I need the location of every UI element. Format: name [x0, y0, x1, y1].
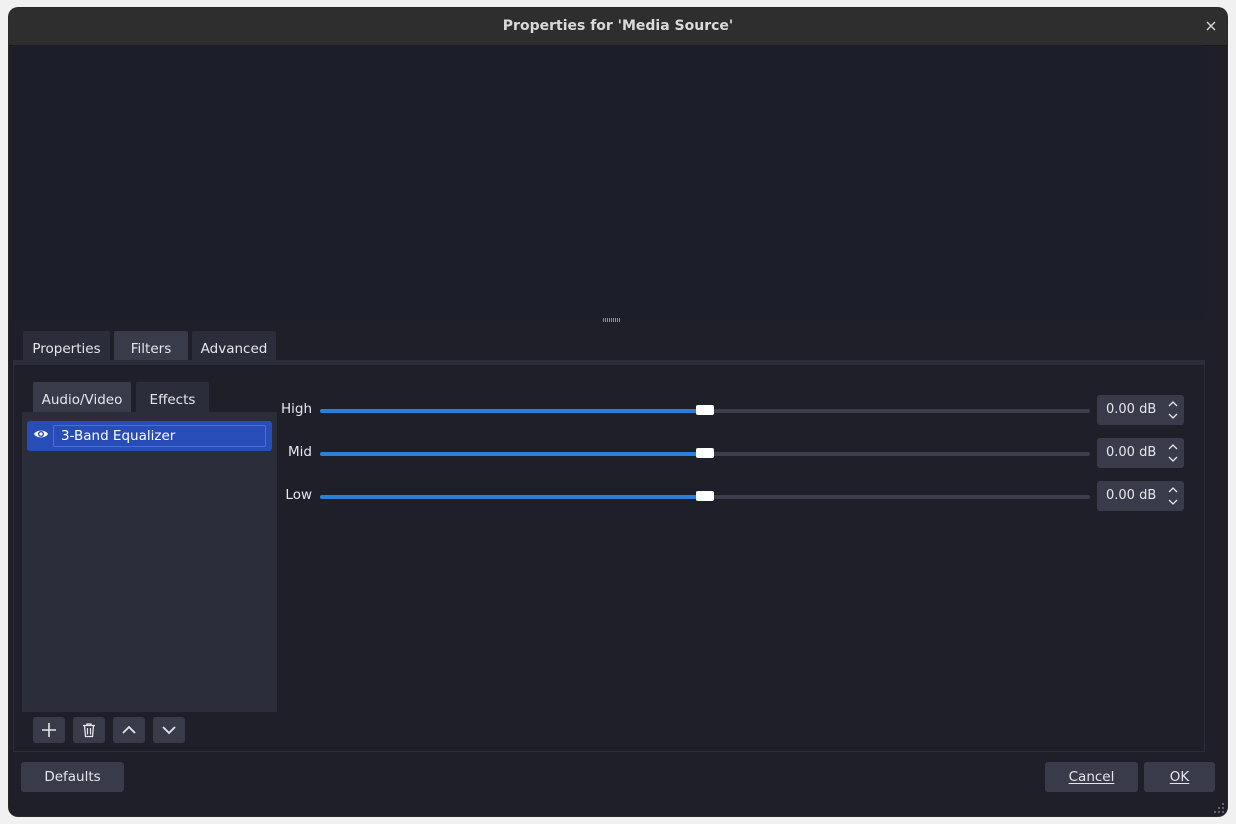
- move-down-button[interactable]: [153, 717, 185, 743]
- spin-up-icon[interactable]: [1168, 485, 1178, 495]
- eq-row-mid: Mid 0.00 dB: [284, 438, 1184, 468]
- eq-slider-high[interactable]: [320, 405, 1090, 415]
- eq-slider-handle[interactable]: [696, 405, 714, 415]
- eq-slider-mid[interactable]: [320, 448, 1090, 458]
- eq-value-low[interactable]: 0.00 dB: [1106, 488, 1156, 503]
- plus-icon: [42, 723, 56, 737]
- add-filter-button[interactable]: [33, 717, 65, 743]
- remove-filter-button[interactable]: [73, 717, 105, 743]
- eq-spinbox-mid[interactable]: 0.00 dB: [1097, 438, 1184, 468]
- eq-label-high: High: [280, 401, 312, 417]
- resize-grip-icon[interactable]: [1213, 802, 1225, 814]
- chevron-up-icon: [122, 725, 136, 734]
- eq-value-high[interactable]: 0.00 dB: [1106, 402, 1156, 417]
- preview-area: [13, 45, 1205, 319]
- cancel-label: Cancel: [1068, 769, 1115, 785]
- eq-row-low: Low 0.00 dB: [284, 481, 1184, 511]
- eq-label-mid: Mid: [288, 444, 312, 460]
- eq-value-mid[interactable]: 0.00 dB: [1106, 445, 1156, 460]
- filter-list[interactable]: 3-Band Equalizer: [22, 412, 277, 712]
- eq-row-high: High 0.00 dB: [281, 395, 1184, 425]
- trash-icon: [83, 723, 95, 738]
- close-button[interactable]: [1201, 16, 1221, 36]
- eq-spinbox-low[interactable]: 0.00 dB: [1097, 481, 1184, 511]
- title-bar[interactable]: Properties for 'Media Source': [9, 8, 1227, 46]
- defaults-button[interactable]: Defaults: [21, 762, 124, 792]
- eye-icon[interactable]: [33, 428, 49, 444]
- eq-slider-fill: [320, 409, 705, 413]
- window-title: Properties for 'Media Source': [502, 18, 734, 34]
- close-icon: [1206, 21, 1216, 31]
- splitter-handle-dots: [603, 320, 620, 322]
- eq-spinbox-high[interactable]: 0.00 dB: [1097, 395, 1184, 425]
- ok-button[interactable]: OK: [1144, 762, 1215, 792]
- eq-slider-low[interactable]: [320, 491, 1090, 501]
- chevron-down-icon: [162, 726, 176, 735]
- list-item[interactable]: 3-Band Equalizer: [27, 421, 272, 451]
- eq-label-low: Low: [285, 487, 312, 503]
- ok-label: OK: [1169, 769, 1190, 785]
- filter-label: 3-Band Equalizer: [61, 428, 176, 444]
- spin-down-icon[interactable]: [1168, 411, 1178, 421]
- eq-slider-fill: [320, 495, 705, 499]
- move-up-button[interactable]: [113, 717, 145, 743]
- eq-slider-handle[interactable]: [696, 491, 714, 501]
- spin-up-icon[interactable]: [1168, 442, 1178, 452]
- spin-down-icon[interactable]: [1168, 497, 1178, 507]
- eq-slider-handle[interactable]: [696, 448, 714, 458]
- spin-up-icon[interactable]: [1168, 399, 1178, 409]
- cancel-button[interactable]: Cancel: [1045, 762, 1138, 792]
- eq-slider-fill: [320, 452, 705, 456]
- spin-down-icon[interactable]: [1168, 454, 1178, 464]
